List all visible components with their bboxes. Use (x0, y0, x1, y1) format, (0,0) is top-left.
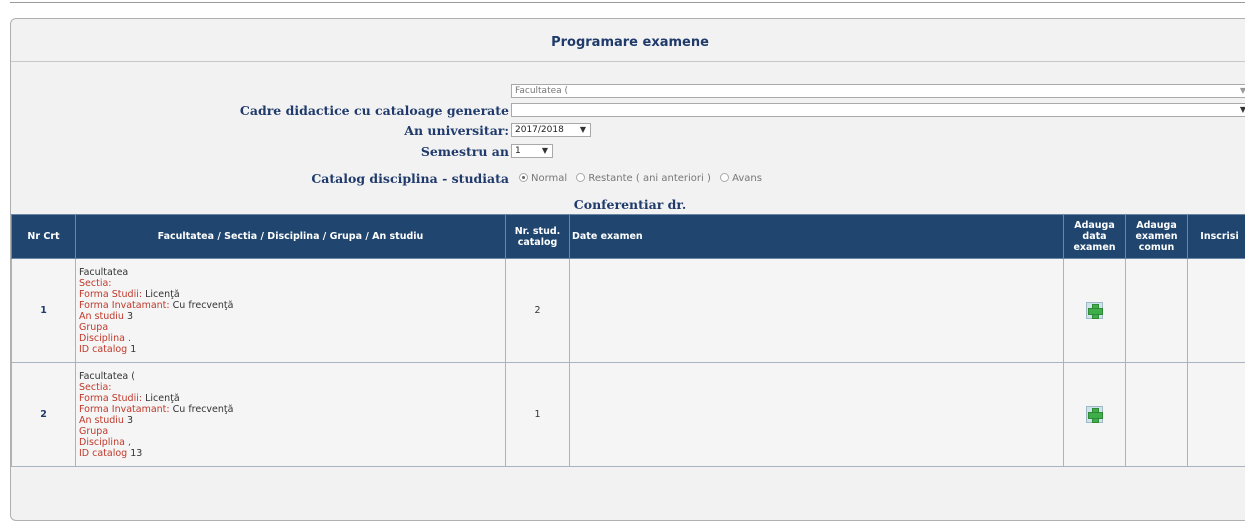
col-header-adauga-data: Adauga data examen (1063, 214, 1126, 259)
grupa-label: Grupa (79, 321, 109, 333)
forma-studii-value: Licenţă (145, 392, 180, 404)
an-studiu-label: An studiu (79, 310, 124, 322)
row-number: 1 (11, 258, 76, 363)
disciplina-label: Disciplina , (79, 436, 131, 448)
semester-row: Semestru an 1 ▼ (11, 143, 1245, 161)
academic-year-select[interactable]: 2017/2018 ▼ (511, 123, 591, 137)
academic-year-label: An universitar: (404, 123, 509, 138)
radio-normal-label: Normal (531, 173, 568, 184)
radio-avans-input[interactable] (720, 173, 730, 182)
academic-year-row: An universitar: 2017/2018 ▼ (11, 122, 1245, 140)
chevron-down-icon: ▼ (1240, 104, 1245, 116)
an-studiu-value: 3 (126, 310, 134, 322)
forma-invatamant-value: Cu frecvenţă (172, 403, 234, 415)
table-row: 1 Facultatea Sectia: Forma Studii: Licen… (11, 258, 1245, 363)
page-title: Programare examene (551, 35, 709, 50)
id-catalog-value: 1 (130, 343, 137, 355)
teachers-row: Cadre didactice cu cataloage generate ▼ (11, 102, 1245, 120)
add-exam-date-button[interactable] (1086, 406, 1103, 423)
row-add-common-cell (1125, 362, 1188, 467)
an-studiu-value: 3 (126, 414, 134, 426)
catalog-type-row: Catalog disciplina - studiata Normal Res… (11, 170, 1245, 188)
catalog-type-label: Catalog disciplina - studiata (311, 171, 509, 186)
forma-studii-value: Licenţă (145, 288, 180, 300)
radio-normal-input[interactable] (519, 173, 528, 182)
col-header-inscrisi: Inscrisi (1187, 214, 1245, 259)
exams-table: Nr Crt Facultatea / Sectia / Disciplina … (11, 214, 1245, 467)
row-date-examen (569, 258, 1064, 363)
id-catalog-value: 13 (130, 447, 143, 459)
teacher-rank: Conferentiar dr. (573, 197, 687, 212)
col-header-path: Facultatea / Sectia / Disciplina / Grupa… (75, 214, 506, 259)
faculty-select[interactable]: Facultatea ( ▼ (511, 84, 1245, 98)
radio-avans-label: Avans (732, 173, 762, 184)
row-date-examen (569, 362, 1064, 467)
col-header-nr-stud: Nr. stud. catalog (505, 214, 570, 259)
forma-invatamant-label: Forma Invatamant: (79, 403, 170, 415)
id-catalog-label: ID catalog (79, 447, 128, 459)
radio-restante[interactable]: Restante ( ani anteriori ) (576, 173, 711, 184)
add-exam-date-button[interactable] (1086, 302, 1103, 319)
faculty-row: Facultatea ( ▼ (11, 83, 1245, 101)
top-divider (10, 2, 1245, 3)
facultatea-value: Facultatea ( (79, 370, 135, 382)
radio-avans[interactable]: Avans (720, 173, 762, 184)
plus-icon (1088, 408, 1103, 423)
exam-schedule-panel: Programare examene Facultatea ( ▼ Cadre … (10, 18, 1245, 521)
sectia-label: Sectia: (79, 277, 112, 289)
col-header-date-examen: Date examen (569, 214, 1064, 259)
semester-label: Semestru an (420, 144, 509, 159)
chevron-down-icon: ▼ (541, 146, 548, 155)
row-nr-stud: 1 (505, 362, 570, 467)
semester-select[interactable]: 1 ▼ (511, 144, 553, 158)
radio-restante-label: Restante ( ani anteriori ) (588, 173, 711, 184)
row-path-cell: Facultatea Sectia: Forma Studii: Licenţă… (75, 258, 506, 363)
disciplina-label: Disciplina . (79, 332, 131, 344)
row-add-common-cell (1125, 258, 1188, 363)
row-number: 2 (11, 362, 76, 467)
teachers-select[interactable]: ▼ (511, 103, 1245, 117)
row-path-cell: Facultatea ( Sectia: Forma Studii: Licen… (75, 362, 506, 467)
radio-restante-input[interactable] (576, 173, 586, 182)
teachers-label: Cadre didactice cu cataloage generate (239, 103, 509, 118)
table-row: 2 Facultatea ( Sectia: Forma Studii: Lic… (11, 362, 1245, 467)
chevron-down-icon: ▼ (579, 125, 586, 134)
grupa-label: Grupa (79, 425, 109, 437)
facultatea-value: Facultatea (79, 266, 129, 278)
row-add-date-cell (1063, 258, 1126, 363)
plus-icon (1088, 304, 1103, 319)
sectia-label: Sectia: (79, 381, 112, 393)
row-nr-stud: 2 (505, 258, 570, 363)
radio-normal[interactable]: Normal (519, 173, 567, 184)
an-studiu-label: An studiu (79, 414, 124, 426)
forma-studii-label: Forma Studii: (79, 288, 143, 300)
id-catalog-label: ID catalog (79, 343, 128, 355)
forma-studii-label: Forma Studii: (79, 392, 143, 404)
row-inscrisi-cell (1187, 362, 1245, 467)
col-header-adauga-comun: Adauga examen comun (1125, 214, 1188, 259)
forma-invatamant-label: Forma Invatamant: (79, 299, 170, 311)
catalog-type-radio-group: Normal Restante ( ani anteriori ) Avans (519, 170, 768, 188)
semester-value: 1 (515, 146, 521, 156)
faculty-select-value: Facultatea ( (515, 86, 569, 96)
academic-year-value: 2017/2018 (515, 125, 564, 135)
row-inscrisi-cell (1187, 258, 1245, 363)
table-header-row: Nr Crt Facultatea / Sectia / Disciplina … (11, 214, 1245, 259)
row-add-date-cell (1063, 362, 1126, 467)
chevron-down-icon: ▼ (1240, 85, 1245, 97)
forma-invatamant-value: Cu frecvenţă (172, 299, 234, 311)
panel-header: Programare examene (11, 19, 1245, 62)
col-header-nr-crt: Nr Crt (11, 214, 76, 259)
